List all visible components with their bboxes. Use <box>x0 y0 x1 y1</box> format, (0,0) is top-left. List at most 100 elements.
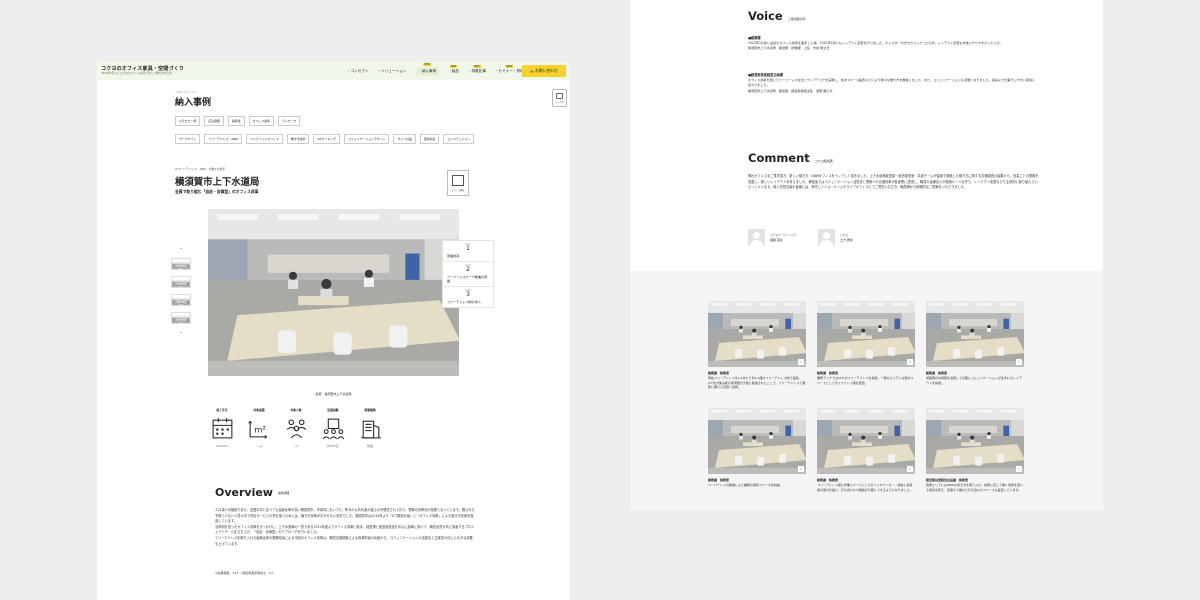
gallery-item[interactable]: ⌕ 総務課 執務室 ペーパーレスの推進により書類の保管スペースを削減。 <box>708 408 806 510</box>
gallery-category: 総務課 執務室 <box>926 371 948 375</box>
tag-chip[interactable]: テレワーク <box>277 116 301 127</box>
gallery-text: 通路側の共用部を活用して気軽にコミュニケーションが生まれるレイアウトを採用。 <box>926 376 1022 385</box>
point-item[interactable]: Point 1 意識改革 <box>443 241 493 262</box>
thumbnail[interactable] <box>171 312 191 324</box>
gallery-photo[interactable]: ⌕ <box>817 301 915 367</box>
gallery-category: 総務課 執務室 <box>817 371 839 375</box>
building-icon <box>360 420 381 439</box>
thumbnail[interactable] <box>171 258 191 270</box>
zoom-icon[interactable]: ⌕ <box>798 359 804 365</box>
gallery-category: 総務課 執務室 <box>708 478 730 482</box>
mail-icon: ✉ <box>530 68 534 74</box>
tag-chip[interactable]: サイン計画 <box>393 134 416 145</box>
tag-chip[interactable]: 環境共生 <box>419 134 440 145</box>
staff-name: 土方 勇信 <box>840 238 853 242</box>
point-item[interactable]: Point 3 フリーアドレス制の導入 <box>443 287 493 307</box>
staff-name: 堀越 英生 <box>770 238 783 242</box>
gallery-item[interactable]: ⌕ 総務課 執務室 フリーアドレス席に作業スペースとしてのハイカウンター、収納と… <box>817 408 915 510</box>
staff-card: コクヨ 土方 勇信 <box>818 229 878 246</box>
point-item[interactable]: Point 2 ペーパーレスワーク推進の意識 <box>443 262 493 288</box>
section-kana: ノウニュウ ジレイ <box>175 91 197 94</box>
nav-label: ・特集記事 <box>468 68 486 73</box>
facts-row: 竣工年月 2022/03 対象面積 m² —㎡ 対象人数 —人 従業員数 約38… <box>209 408 383 448</box>
gallery-photo[interactable]: ⌕ <box>817 408 915 474</box>
nav-label: ・製品 <box>448 68 459 73</box>
tag-chip[interactable]: ワークサイト <box>175 134 201 145</box>
screenshot-canvas: コクヨのオフィス家具・空間づくり 2022年3月からコクヨのオフィス家具で新しい… <box>0 0 1200 600</box>
nav-concept[interactable]: ・コンセプト <box>347 69 369 74</box>
staff-company: コクヨマーケティング <box>770 234 796 237</box>
voice-block-text: 2022年1月末に最初のオフィス改革を着手した後、2022年5月にもレイアウト変… <box>748 41 1003 51</box>
zoom-icon[interactable]: ⌕ <box>1016 359 1022 365</box>
area-icon: m² <box>247 420 267 439</box>
fact-building-type: 建築種類 既築 <box>357 408 383 448</box>
gallery-text: 業務デスクでは50%のフリーアドレスを採用。一部のエリアには集中スペースとしての… <box>817 376 914 385</box>
overview-note: ※従業員数：19人 / 経営部長室等含む：6人 <box>215 571 275 575</box>
fact-value: 2022/03 <box>215 444 229 448</box>
tag-chip[interactable]: オフィス改革 <box>248 116 274 127</box>
zoom-icon[interactable]: ⌕ <box>907 359 913 365</box>
gallery-item[interactable]: ⌕ 経営部長室経営企画課 執務室 執務エリアにはABWの考え方を取り入れ、執務に… <box>926 408 1024 510</box>
gallery-photo[interactable]: ⌕ <box>926 408 1024 474</box>
chevron-down-icon[interactable]: ⌄ <box>179 330 182 334</box>
gallery-category: 経営部長室経営企画課 執務室 <box>926 478 969 482</box>
nav-solution[interactable]: ・ソリューション <box>378 69 407 74</box>
gallery-category: 総務課 執務室 <box>817 478 839 482</box>
fact-label: 対象面積 <box>253 408 265 412</box>
fact-employees: 従業員数 約387名 <box>320 408 346 448</box>
fact-label: 対象人数 <box>290 408 302 412</box>
nav-articles[interactable]: NEW ・特集記事 <box>468 64 486 74</box>
thumbnail[interactable] <box>171 294 191 306</box>
zoom-icon[interactable]: ⌕ <box>1016 466 1022 472</box>
tag-row-1: ひそかさ一杯 応込保留 静音性 オフィス改革 テレワーク <box>175 116 565 127</box>
point-number: 1 <box>466 245 470 252</box>
case-detail-page-continued: Voice ご担当者の声 ■総務課 2022年1月末に最初のオフィス改革を着手し… <box>630 0 1103 510</box>
case-detail-page: コクヨのオフィス家具・空間づくり 2022年3月からコクヨのオフィス家具で新しい… <box>97 62 570 600</box>
voice-block-text: オフィス改革を通じてペーパーレス文化とクリアデスクを実現し、集中スペース設置など… <box>748 78 1036 93</box>
fact-value: —人 <box>292 444 299 448</box>
nav-products[interactable]: NEW ・製品 <box>448 64 459 74</box>
gallery-photo[interactable]: ⌕ <box>708 408 806 474</box>
zoom-icon[interactable]: ⌕ <box>798 466 804 472</box>
chevron-up-icon[interactable]: ⌃ <box>179 248 182 252</box>
gallery-item[interactable]: ⌕ 総務課 執務室 現在フリーアドレスを1人あたり約1.4席のフリーアドレス制で… <box>708 301 806 408</box>
tag-chip[interactable]: フリーアドレス・ABW <box>204 134 243 145</box>
tag-chip[interactable]: コミュニケーションデザイン <box>343 134 390 145</box>
gallery-item[interactable]: ⌕ 総務課 執務室 通路側の共用部を活用して気軽にコミュニケーションが生まれるレ… <box>926 301 1024 408</box>
svg-text:m²: m² <box>254 425 265 435</box>
voice-block: ■経営部長室経営企画課 オフィス改革を通じてペーパーレス文化とクリアデスクを実現… <box>748 72 1038 94</box>
voice-heading: Voice ご担当者の声 <box>748 9 806 23</box>
staff-list: コクヨマーケティング 堀越 英生 コクヨ 土方 勇信 <box>748 229 878 246</box>
gallery-category: 総務課 執務室 <box>708 371 730 375</box>
contact-button[interactable]: ✉ お問い合わせ <box>522 65 566 77</box>
nav-seminars[interactable]: NEW ・セミナー・資料 <box>495 64 524 74</box>
comment-title: Comment <box>748 151 810 165</box>
staff-company: コクヨ <box>840 234 848 237</box>
office-move-label: オフィス移転 <box>451 188 465 192</box>
calendar-icon <box>212 418 232 439</box>
gallery-item[interactable]: ⌕ 総務課 執務室 業務デスクでは50%のフリーアドレスを採用。一部のエリアには… <box>817 301 915 408</box>
points-panel: Point 1 意識改革 Point 2 ペーパーレスワーク推進の意識 Poin… <box>442 240 494 309</box>
new-badge: NEW <box>473 64 481 68</box>
gallery-photo[interactable]: ⌕ <box>926 301 1024 367</box>
comment-body: 弊社オフィスをご見学頂き、新しい働き方・ABWオフィスをインプット頂きました。上… <box>748 174 1039 190</box>
nav-cases[interactable]: NEW ・納入事例 <box>415 62 440 76</box>
zoom-icon[interactable]: ⌕ <box>907 466 913 472</box>
logo-main-text: コクヨのオフィス家具・空間づくり <box>101 65 185 72</box>
case-subtitle: 全員で取り組む「自走・自律型」のオフィス改革 <box>175 189 259 194</box>
case-hashtags[interactable]: #フリーアドレス・ABW #働き方改革 <box>175 167 225 171</box>
tag-chip[interactable]: ハイブリッドオフィス <box>246 134 283 145</box>
point-text: フリーアドレス制の導入 <box>447 299 481 304</box>
tag-chip[interactable]: 静音性 <box>227 116 245 127</box>
tag-chip[interactable]: 応込保留 <box>204 116 224 127</box>
tag-chip[interactable]: ひそかさ一杯 <box>175 116 201 127</box>
tag-chip[interactable]: DXワーキング <box>313 134 340 145</box>
point-number: 3 <box>466 291 470 299</box>
tag-chip[interactable]: コンペティション <box>443 134 475 145</box>
filter-button[interactable]: フィルタ <box>552 89 567 107</box>
tag-chip[interactable]: 働き方改革 <box>286 134 310 145</box>
site-logo[interactable]: コクヨのオフィス家具・空間づくり 2022年3月からコクヨのオフィス家具で新しい… <box>101 65 185 76</box>
avatar <box>748 229 765 246</box>
gallery-photo[interactable]: ⌕ <box>708 301 806 367</box>
thumbnail[interactable] <box>171 276 191 288</box>
